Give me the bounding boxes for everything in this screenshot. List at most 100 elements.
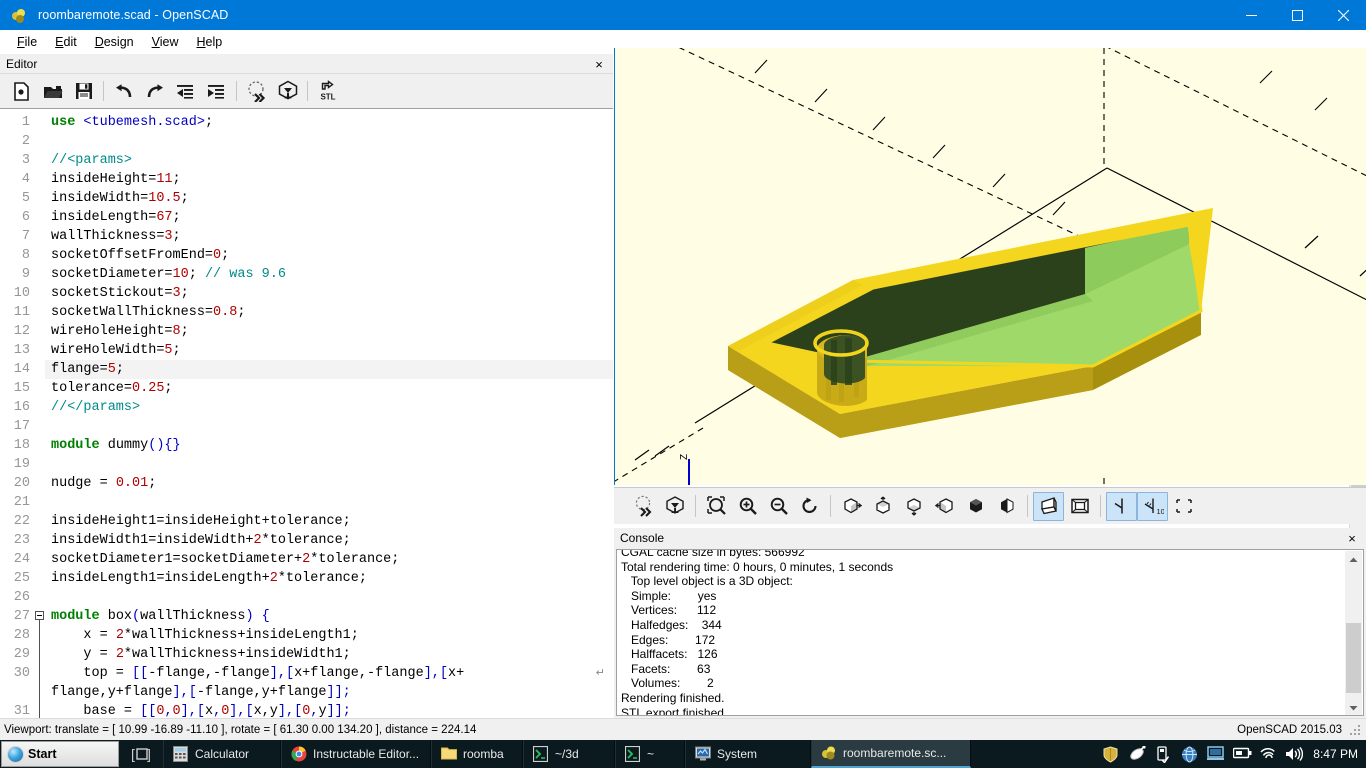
code-line[interactable]: [45, 455, 613, 474]
code-line[interactable]: //<params>: [45, 151, 613, 170]
show-scale-markers-button[interactable]: 10: [1137, 491, 1168, 521]
editor-close-icon[interactable]: ×: [591, 56, 607, 72]
view-right-button[interactable]: [836, 492, 867, 521]
reset-view-button[interactable]: [794, 492, 825, 521]
code-line[interactable]: flange=5;: [45, 360, 613, 379]
satellite-dish-icon[interactable]: [1129, 744, 1146, 763]
fold-collapse-icon[interactable]: [35, 611, 44, 620]
taskbar-item-label: Instructable Editor...: [313, 747, 420, 761]
export-stl-button[interactable]: STL: [312, 77, 343, 105]
render-button[interactable]: [659, 492, 690, 521]
code-line[interactable]: socketWallThickness=0.8;: [45, 303, 613, 322]
code-line[interactable]: tolerance=0.25;: [45, 379, 613, 398]
taskbar-item[interactable]: roombaremote.sc...: [811, 740, 971, 768]
menu-file[interactable]: File: [8, 32, 46, 52]
menu-help[interactable]: Help: [188, 32, 232, 52]
code-line[interactable]: use <tubemesh.scad>;: [45, 113, 613, 132]
code-line[interactable]: base = [[0,0],[x,0],[x,y],[0,y]];: [45, 702, 613, 718]
globe-icon[interactable]: [1181, 746, 1198, 763]
taskbar-item[interactable]: Instructable Editor...: [281, 740, 431, 768]
code-line[interactable]: nudge = 0.01;: [45, 474, 613, 493]
code-line[interactable]: module box(wallThickness) {: [45, 607, 613, 626]
save-button[interactable]: [68, 77, 99, 105]
console-output[interactable]: CGAL cache size in bytes: 566992 Total re…: [616, 549, 1364, 716]
view-left-button[interactable]: [929, 492, 960, 521]
open-button[interactable]: [37, 77, 68, 105]
code-fold-bar[interactable]: [35, 109, 45, 718]
menu-edit[interactable]: Edit: [46, 32, 86, 52]
redo-button[interactable]: [139, 77, 170, 105]
code-text[interactable]: use <tubemesh.scad>;//<params> insideHeig…: [45, 109, 613, 718]
code-line[interactable]: [45, 588, 613, 607]
console-close-icon[interactable]: ×: [1344, 530, 1360, 546]
perspective-button[interactable]: [1033, 491, 1064, 521]
indent-button[interactable]: [201, 77, 232, 105]
unindent-button[interactable]: [170, 77, 201, 105]
close-button[interactable]: [1320, 0, 1366, 30]
view-bottom-button[interactable]: [898, 492, 929, 521]
undo-button[interactable]: [108, 77, 139, 105]
taskbar-item-label: roomba: [463, 747, 504, 761]
taskbar-item[interactable]: Calculator: [163, 740, 281, 768]
zoom-all-button[interactable]: [701, 492, 732, 521]
view-back-button[interactable]: [991, 492, 1022, 521]
code-line[interactable]: y = 2*wallThickness+insideWidth1;: [45, 645, 613, 664]
code-line[interactable]: [45, 132, 613, 151]
code-line[interactable]: insideHeight=11;: [45, 170, 613, 189]
show-desktop-button[interactable]: [ ]: [121, 740, 163, 768]
display-icon[interactable]: [1207, 745, 1225, 763]
code-line[interactable]: //</params>: [45, 398, 613, 417]
code-line[interactable]: top = [[-flange,-flange],[x+flange,-flan…: [45, 664, 613, 683]
code-line[interactable]: socketOffsetFromEnd=0;: [45, 246, 613, 265]
render-button[interactable]: [272, 77, 303, 105]
console-scroll-down-icon[interactable]: [1345, 699, 1362, 715]
code-line[interactable]: socketDiameter=10; // was 9.6: [45, 265, 613, 284]
show-axes-button[interactable]: [1106, 491, 1137, 521]
taskbar-item[interactable]: System: [685, 740, 811, 768]
code-editor[interactable]: 1 2 3 4 5 6 7 8 9 10 11 12 13 14 15 16 17 18 19 20 21 22 23 24 2…: [0, 108, 613, 718]
view-top-button[interactable]: [867, 492, 898, 521]
new-button[interactable]: [6, 77, 37, 105]
zoom-in-button[interactable]: [732, 492, 763, 521]
zoom-out-button[interactable]: [763, 492, 794, 521]
resize-grip[interactable]: [1348, 723, 1362, 737]
maximize-button[interactable]: [1274, 0, 1320, 30]
view-front-button[interactable]: [960, 492, 991, 521]
menu-view[interactable]: View: [143, 32, 188, 52]
code-line[interactable]: insideWidth1=insideWidth+2*tolerance;: [45, 531, 613, 550]
usb-icon[interactable]: [1155, 745, 1172, 764]
code-line[interactable]: [45, 417, 613, 436]
wifi-icon[interactable]: [1259, 746, 1276, 763]
speaker-icon[interactable]: [1285, 746, 1304, 763]
code-line[interactable]: insideLength=67;: [45, 208, 613, 227]
taskbar-item[interactable]: ~: [615, 740, 685, 768]
preview-button[interactable]: [628, 492, 659, 521]
taskbar-item[interactable]: roomba: [431, 740, 523, 768]
code-line[interactable]: wireHoleHeight=8;: [45, 322, 613, 341]
code-line[interactable]: socketStickout=3;: [45, 284, 613, 303]
preview-button[interactable]: [241, 77, 272, 105]
console-scroll-thumb[interactable]: [1346, 623, 1361, 693]
shield-icon[interactable]: [1103, 745, 1120, 763]
code-line[interactable]: insideHeight1=insideHeight+tolerance;: [45, 512, 613, 531]
clock[interactable]: 8:47 PM: [1313, 747, 1358, 761]
show-edges-button[interactable]: [1168, 492, 1199, 521]
menu-design[interactable]: Design: [86, 32, 143, 52]
console-scroll-up-icon[interactable]: [1345, 551, 1362, 568]
code-line[interactable]: insideWidth=10.5;: [45, 189, 613, 208]
code-line[interactable]: wallThickness=3;: [45, 227, 613, 246]
battery-icon[interactable]: [1233, 746, 1252, 763]
code-line[interactable]: wireHoleWidth=5;: [45, 341, 613, 360]
orthogonal-button[interactable]: [1064, 492, 1095, 521]
taskbar-item[interactable]: ~/3d: [523, 740, 615, 768]
minimize-button[interactable]: [1228, 0, 1274, 30]
code-line[interactable]: module dummy(){}: [45, 436, 613, 455]
code-line[interactable]: insideLength1=insideLength+2*tolerance;: [45, 569, 613, 588]
3d-viewport[interactable]: Z X Y: [614, 48, 1366, 485]
start-button[interactable]: Start: [1, 741, 119, 767]
code-line[interactable]: [45, 493, 613, 512]
console-scrollbar[interactable]: [1345, 551, 1362, 715]
code-line[interactable]: flange,y+flange],[-flange,y+flange]];: [45, 683, 613, 702]
code-line[interactable]: socketDiameter1=socketDiameter+2*toleran…: [45, 550, 613, 569]
code-line[interactable]: x = 2*wallThickness+insideLength1;: [45, 626, 613, 645]
